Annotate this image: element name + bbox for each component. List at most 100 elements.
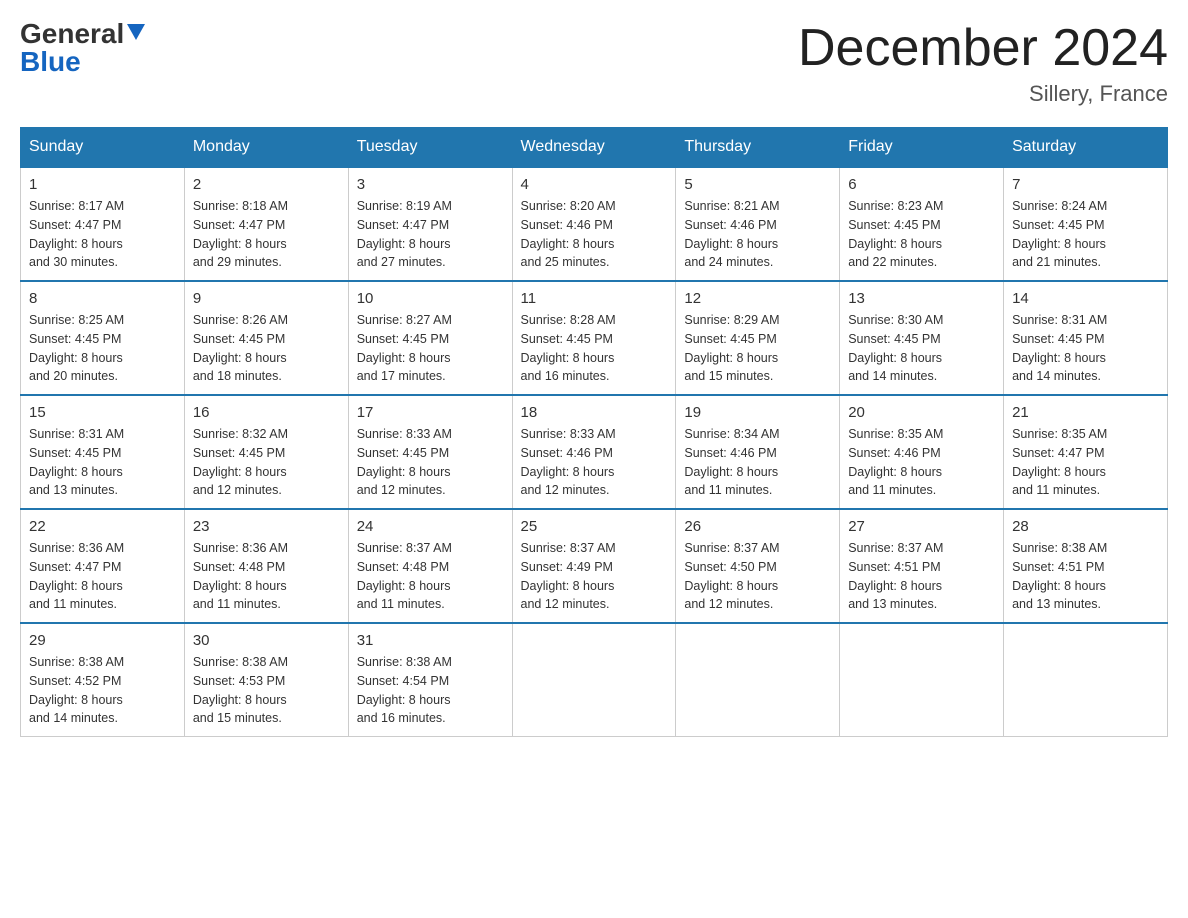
calendar-cell — [840, 623, 1004, 737]
calendar-cell: 9 Sunrise: 8:26 AM Sunset: 4:45 PM Dayli… — [184, 281, 348, 395]
day-info: Sunrise: 8:25 AM Sunset: 4:45 PM Dayligh… — [29, 311, 176, 386]
calendar-week-row: 22 Sunrise: 8:36 AM Sunset: 4:47 PM Dayl… — [21, 509, 1168, 623]
day-number: 21 — [1012, 404, 1159, 421]
calendar-header-saturday: Saturday — [1004, 128, 1168, 168]
day-number: 23 — [193, 518, 340, 535]
calendar-cell: 20 Sunrise: 8:35 AM Sunset: 4:46 PM Dayl… — [840, 395, 1004, 509]
day-number: 15 — [29, 404, 176, 421]
logo-general-text: General — [20, 20, 124, 48]
day-info: Sunrise: 8:28 AM Sunset: 4:45 PM Dayligh… — [521, 311, 668, 386]
calendar-cell: 7 Sunrise: 8:24 AM Sunset: 4:45 PM Dayli… — [1004, 167, 1168, 281]
title-block: December 2024 Sillery, France — [798, 20, 1168, 107]
day-number: 4 — [521, 176, 668, 193]
calendar-cell: 21 Sunrise: 8:35 AM Sunset: 4:47 PM Dayl… — [1004, 395, 1168, 509]
calendar-cell: 11 Sunrise: 8:28 AM Sunset: 4:45 PM Dayl… — [512, 281, 676, 395]
day-info: Sunrise: 8:35 AM Sunset: 4:46 PM Dayligh… — [848, 425, 995, 500]
logo-triangle-icon — [127, 24, 145, 44]
calendar-cell: 4 Sunrise: 8:20 AM Sunset: 4:46 PM Dayli… — [512, 167, 676, 281]
calendar-cell: 29 Sunrise: 8:38 AM Sunset: 4:52 PM Dayl… — [21, 623, 185, 737]
calendar-cell: 15 Sunrise: 8:31 AM Sunset: 4:45 PM Dayl… — [21, 395, 185, 509]
day-number: 6 — [848, 176, 995, 193]
day-info: Sunrise: 8:30 AM Sunset: 4:45 PM Dayligh… — [848, 311, 995, 386]
day-info: Sunrise: 8:36 AM Sunset: 4:47 PM Dayligh… — [29, 539, 176, 614]
day-info: Sunrise: 8:29 AM Sunset: 4:45 PM Dayligh… — [684, 311, 831, 386]
day-info: Sunrise: 8:32 AM Sunset: 4:45 PM Dayligh… — [193, 425, 340, 500]
day-info: Sunrise: 8:38 AM Sunset: 4:52 PM Dayligh… — [29, 653, 176, 728]
calendar-cell: 10 Sunrise: 8:27 AM Sunset: 4:45 PM Dayl… — [348, 281, 512, 395]
calendar-cell: 28 Sunrise: 8:38 AM Sunset: 4:51 PM Dayl… — [1004, 509, 1168, 623]
day-info: Sunrise: 8:24 AM Sunset: 4:45 PM Dayligh… — [1012, 197, 1159, 272]
calendar-cell: 8 Sunrise: 8:25 AM Sunset: 4:45 PM Dayli… — [21, 281, 185, 395]
day-info: Sunrise: 8:38 AM Sunset: 4:54 PM Dayligh… — [357, 653, 504, 728]
calendar-cell: 13 Sunrise: 8:30 AM Sunset: 4:45 PM Dayl… — [840, 281, 1004, 395]
calendar-cell: 14 Sunrise: 8:31 AM Sunset: 4:45 PM Dayl… — [1004, 281, 1168, 395]
calendar-header-sunday: Sunday — [21, 128, 185, 168]
calendar-cell: 30 Sunrise: 8:38 AM Sunset: 4:53 PM Dayl… — [184, 623, 348, 737]
day-info: Sunrise: 8:31 AM Sunset: 4:45 PM Dayligh… — [29, 425, 176, 500]
calendar-cell: 3 Sunrise: 8:19 AM Sunset: 4:47 PM Dayli… — [348, 167, 512, 281]
day-info: Sunrise: 8:17 AM Sunset: 4:47 PM Dayligh… — [29, 197, 176, 272]
calendar-cell — [1004, 623, 1168, 737]
calendar-header-tuesday: Tuesday — [348, 128, 512, 168]
calendar-cell: 12 Sunrise: 8:29 AM Sunset: 4:45 PM Dayl… — [676, 281, 840, 395]
calendar-header-monday: Monday — [184, 128, 348, 168]
day-number: 25 — [521, 518, 668, 535]
day-info: Sunrise: 8:35 AM Sunset: 4:47 PM Dayligh… — [1012, 425, 1159, 500]
calendar-cell: 18 Sunrise: 8:33 AM Sunset: 4:46 PM Dayl… — [512, 395, 676, 509]
day-number: 14 — [1012, 290, 1159, 307]
day-number: 10 — [357, 290, 504, 307]
day-info: Sunrise: 8:36 AM Sunset: 4:48 PM Dayligh… — [193, 539, 340, 614]
calendar-week-row: 29 Sunrise: 8:38 AM Sunset: 4:52 PM Dayl… — [21, 623, 1168, 737]
day-number: 31 — [357, 632, 504, 649]
calendar-cell: 2 Sunrise: 8:18 AM Sunset: 4:47 PM Dayli… — [184, 167, 348, 281]
day-number: 19 — [684, 404, 831, 421]
calendar-cell: 31 Sunrise: 8:38 AM Sunset: 4:54 PM Dayl… — [348, 623, 512, 737]
calendar-cell: 1 Sunrise: 8:17 AM Sunset: 4:47 PM Dayli… — [21, 167, 185, 281]
day-info: Sunrise: 8:33 AM Sunset: 4:46 PM Dayligh… — [521, 425, 668, 500]
day-info: Sunrise: 8:34 AM Sunset: 4:46 PM Dayligh… — [684, 425, 831, 500]
day-number: 1 — [29, 176, 176, 193]
calendar-header-friday: Friday — [840, 128, 1004, 168]
day-number: 9 — [193, 290, 340, 307]
calendar-cell: 5 Sunrise: 8:21 AM Sunset: 4:46 PM Dayli… — [676, 167, 840, 281]
calendar-week-row: 15 Sunrise: 8:31 AM Sunset: 4:45 PM Dayl… — [21, 395, 1168, 509]
day-info: Sunrise: 8:23 AM Sunset: 4:45 PM Dayligh… — [848, 197, 995, 272]
day-number: 28 — [1012, 518, 1159, 535]
calendar-cell: 23 Sunrise: 8:36 AM Sunset: 4:48 PM Dayl… — [184, 509, 348, 623]
day-number: 7 — [1012, 176, 1159, 193]
day-number: 5 — [684, 176, 831, 193]
day-info: Sunrise: 8:37 AM Sunset: 4:51 PM Dayligh… — [848, 539, 995, 614]
day-info: Sunrise: 8:38 AM Sunset: 4:53 PM Dayligh… — [193, 653, 340, 728]
day-info: Sunrise: 8:19 AM Sunset: 4:47 PM Dayligh… — [357, 197, 504, 272]
calendar-cell: 25 Sunrise: 8:37 AM Sunset: 4:49 PM Dayl… — [512, 509, 676, 623]
day-info: Sunrise: 8:20 AM Sunset: 4:46 PM Dayligh… — [521, 197, 668, 272]
day-number: 18 — [521, 404, 668, 421]
calendar-header-thursday: Thursday — [676, 128, 840, 168]
logo: General Blue — [20, 20, 145, 76]
calendar-cell: 19 Sunrise: 8:34 AM Sunset: 4:46 PM Dayl… — [676, 395, 840, 509]
calendar-cell — [512, 623, 676, 737]
day-info: Sunrise: 8:18 AM Sunset: 4:47 PM Dayligh… — [193, 197, 340, 272]
page-header: General Blue December 2024 Sillery, Fran… — [20, 20, 1168, 107]
calendar-cell: 22 Sunrise: 8:36 AM Sunset: 4:47 PM Dayl… — [21, 509, 185, 623]
day-number: 22 — [29, 518, 176, 535]
day-number: 16 — [193, 404, 340, 421]
month-title: December 2024 — [798, 20, 1168, 77]
day-number: 30 — [193, 632, 340, 649]
calendar-cell — [676, 623, 840, 737]
day-number: 26 — [684, 518, 831, 535]
calendar-week-row: 8 Sunrise: 8:25 AM Sunset: 4:45 PM Dayli… — [21, 281, 1168, 395]
calendar-header-row: SundayMondayTuesdayWednesdayThursdayFrid… — [21, 128, 1168, 168]
day-number: 2 — [193, 176, 340, 193]
calendar-cell: 27 Sunrise: 8:37 AM Sunset: 4:51 PM Dayl… — [840, 509, 1004, 623]
day-info: Sunrise: 8:26 AM Sunset: 4:45 PM Dayligh… — [193, 311, 340, 386]
calendar-table: SundayMondayTuesdayWednesdayThursdayFrid… — [20, 127, 1168, 737]
day-number: 27 — [848, 518, 995, 535]
calendar-cell: 17 Sunrise: 8:33 AM Sunset: 4:45 PM Dayl… — [348, 395, 512, 509]
calendar-header-wednesday: Wednesday — [512, 128, 676, 168]
day-number: 12 — [684, 290, 831, 307]
day-info: Sunrise: 8:33 AM Sunset: 4:45 PM Dayligh… — [357, 425, 504, 500]
calendar-cell: 26 Sunrise: 8:37 AM Sunset: 4:50 PM Dayl… — [676, 509, 840, 623]
logo-blue-text: Blue — [20, 46, 81, 77]
day-info: Sunrise: 8:38 AM Sunset: 4:51 PM Dayligh… — [1012, 539, 1159, 614]
